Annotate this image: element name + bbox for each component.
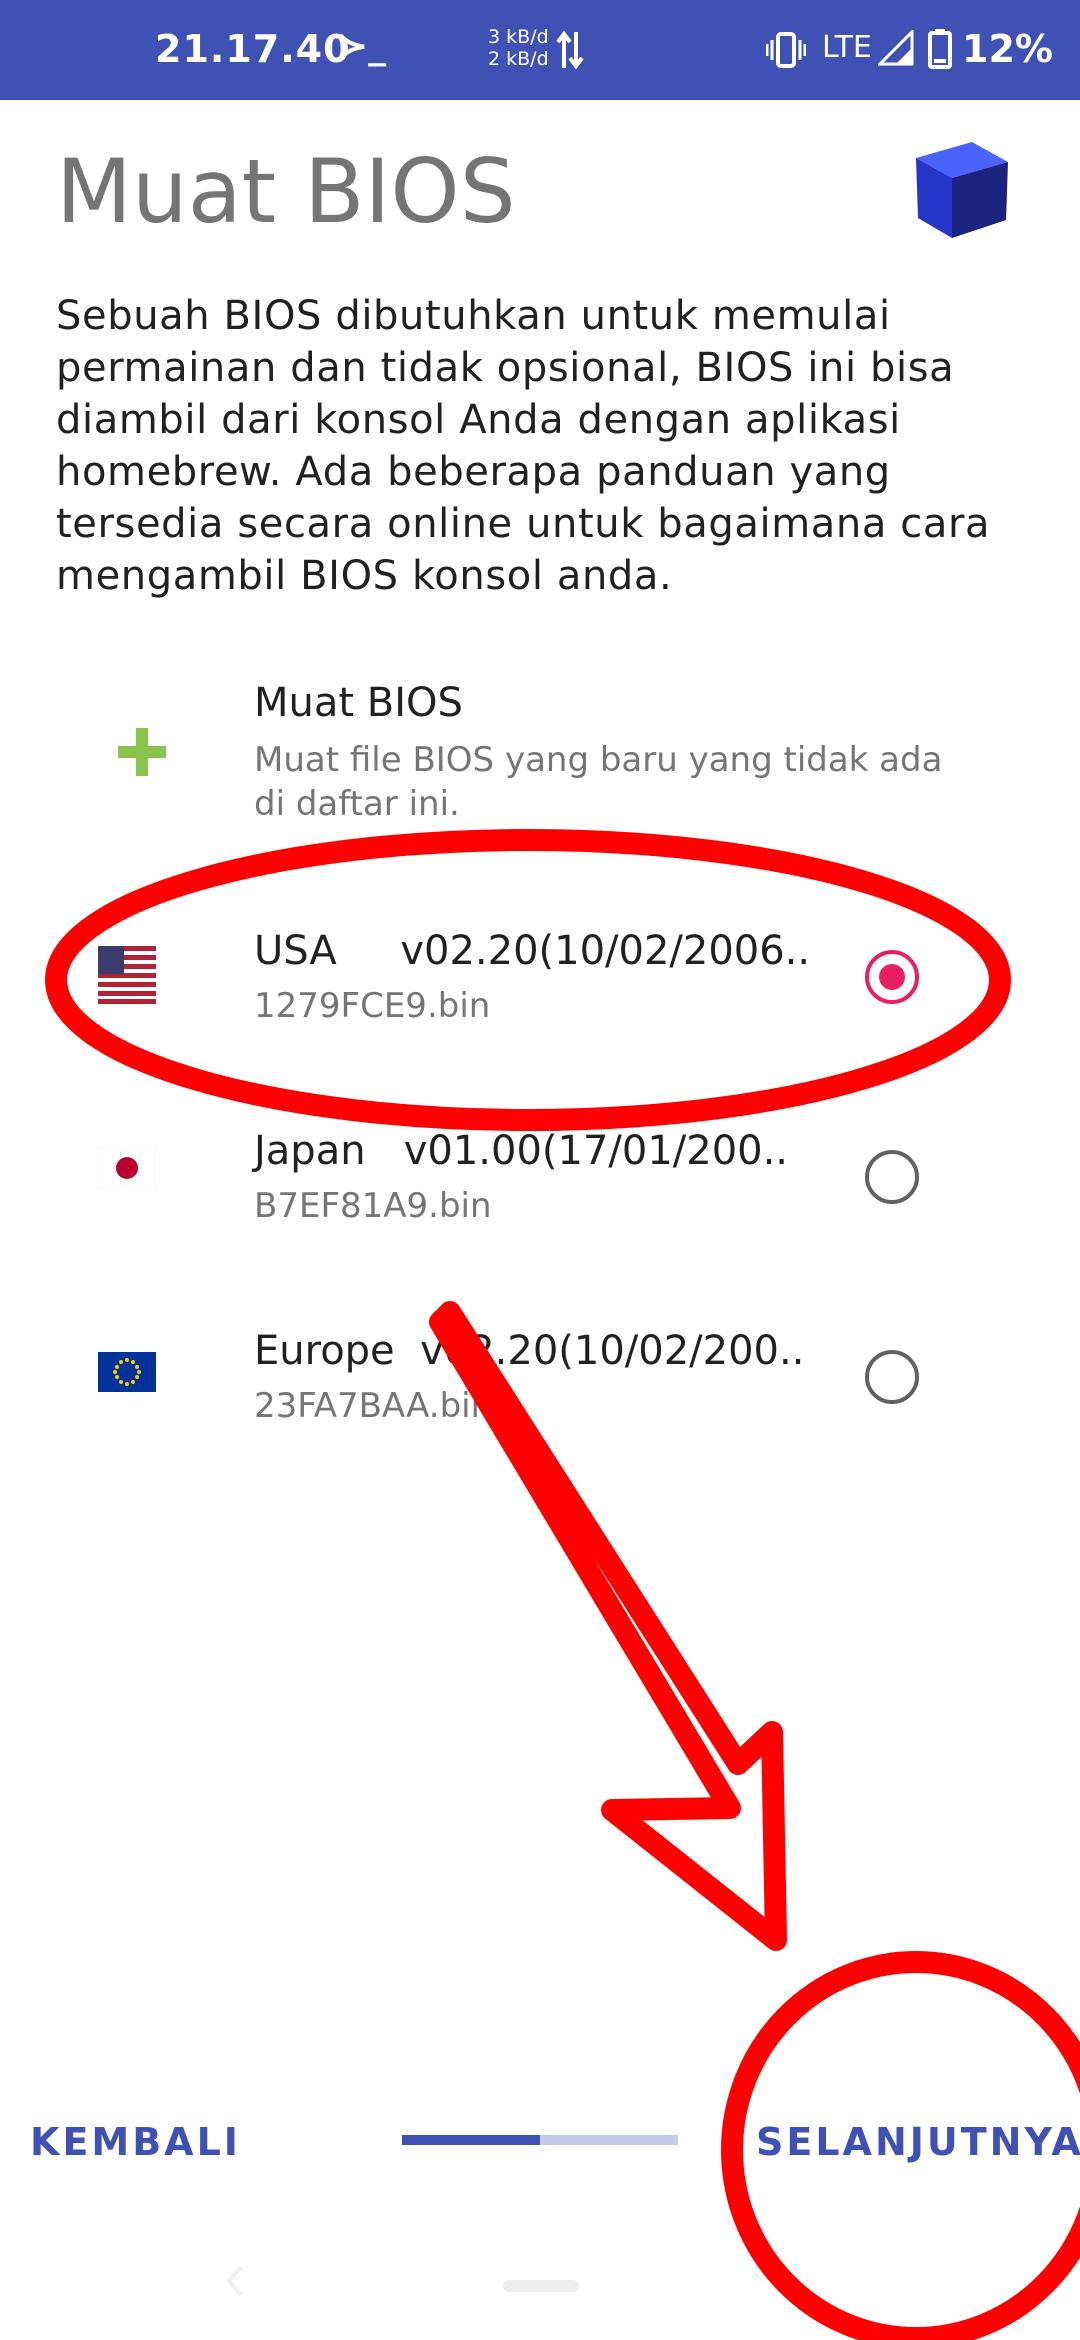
- radio-usa[interactable]: [865, 950, 919, 1004]
- signal-icon: [878, 30, 914, 66]
- next-button[interactable]: SELANJUTNYA: [756, 2120, 1080, 2164]
- radio-japan[interactable]: [865, 1150, 919, 1204]
- network-up-speed: 3 kB/d: [488, 26, 549, 48]
- status-time: 21.17.40: [155, 27, 351, 71]
- load-bios-item[interactable]: Muat BIOS Muat file BIOS yang baru yang …: [0, 660, 1080, 850]
- battery-icon: [928, 29, 952, 69]
- network-down-speed: 2 kB/d: [488, 48, 549, 70]
- system-home-pill[interactable]: [503, 2280, 579, 2292]
- data-transfer-icon: [556, 30, 584, 70]
- terminal-icon: ≻_: [338, 26, 387, 67]
- status-bar: 21.17.40 ≻_ 3 kB/d 2 kB/d LTE 12%: [0, 0, 1080, 100]
- bios-item-europe[interactable]: Europe v02.20(10/02/200.. 23FA7BAA.bin: [0, 1328, 1080, 1528]
- load-bios-title: Muat BIOS: [254, 680, 463, 726]
- radio-europe[interactable]: [865, 1350, 919, 1404]
- eu-flag-icon: [98, 1352, 156, 1392]
- load-bios-subtitle: Muat file BIOS yang baru yang tidak ada …: [254, 740, 943, 824]
- bios-usa-title: USA v02.20(10/02/2006..: [254, 928, 811, 974]
- network-type: LTE: [822, 30, 872, 65]
- battery-level: 12%: [962, 27, 1053, 71]
- cube-icon: [916, 142, 1008, 238]
- plus-icon: [118, 728, 166, 776]
- bios-europe-title: Europe v02.20(10/02/200..: [254, 1328, 805, 1374]
- network-speed: 3 kB/d 2 kB/d: [488, 26, 549, 70]
- back-button[interactable]: KEMBALI: [30, 2120, 241, 2164]
- japan-flag-icon: [98, 1148, 156, 1188]
- bios-japan-file: B7EF81A9.bin: [254, 1186, 492, 1226]
- wizard-progress: [402, 2135, 678, 2145]
- bios-europe-file: 23FA7BAA.bin: [254, 1386, 493, 1426]
- bios-item-japan[interactable]: Japan v01.00(17/01/200.. B7EF81A9.bin: [0, 1128, 1080, 1328]
- page-title: Muat BIOS: [56, 140, 516, 243]
- description-text: Sebuah BIOS dibutuhkan untuk memulai per…: [56, 293, 991, 599]
- bios-item-usa[interactable]: USA v02.20(10/02/2006.. 1279FCE9.bin: [0, 928, 1080, 1128]
- system-back-icon[interactable]: [225, 2263, 245, 2299]
- bios-usa-file: 1279FCE9.bin: [254, 986, 491, 1026]
- wizard-progress-fill: [402, 2135, 540, 2145]
- usa-flag-icon: [98, 946, 156, 1004]
- bios-japan-title: Japan v01.00(17/01/200..: [254, 1128, 789, 1174]
- vibrate-icon: [766, 32, 806, 68]
